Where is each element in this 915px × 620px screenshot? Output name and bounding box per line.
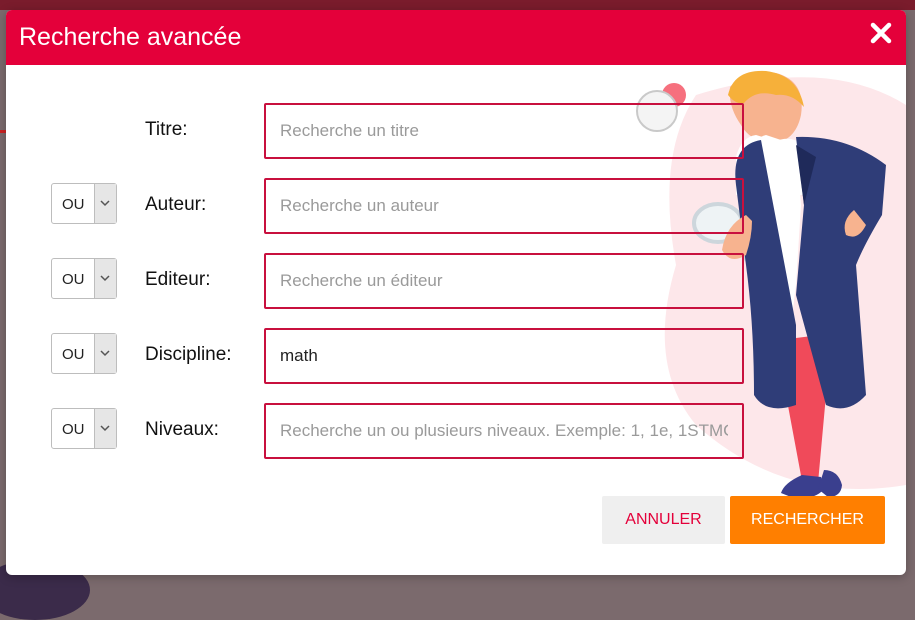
field-label-auteur: Auteur:	[145, 194, 207, 215]
dialog-title: Recherche avancée	[19, 23, 242, 51]
operator-value: OU	[62, 346, 85, 363]
operator-value: OU	[62, 196, 85, 213]
operator-select-niveaux[interactable]: OU	[51, 408, 117, 449]
chevron-down-icon[interactable]	[94, 259, 116, 298]
field-label-editeur: Editeur:	[145, 269, 211, 290]
chevron-down-icon[interactable]	[94, 184, 116, 223]
close-icon[interactable]	[870, 22, 892, 44]
field-row-editeur: OU Editeur:	[6, 253, 906, 309]
field-row-auteur: OU Auteur:	[6, 178, 906, 234]
chevron-down-icon[interactable]	[94, 409, 116, 448]
editeur-input[interactable]	[264, 253, 744, 309]
field-row-titre: Titre:	[6, 103, 906, 159]
search-button[interactable]: RECHERCHER	[730, 496, 885, 544]
chevron-down-icon[interactable]	[94, 334, 116, 373]
operator-value: OU	[62, 421, 85, 438]
page-backdrop-header	[0, 0, 915, 10]
field-row-niveaux: OU Niveaux:	[6, 403, 906, 459]
cancel-button[interactable]: ANNULER	[602, 496, 725, 544]
operator-select-discipline[interactable]: OU	[51, 333, 117, 374]
operator-select-auteur[interactable]: OU	[51, 183, 117, 224]
field-label-discipline: Discipline:	[145, 344, 232, 365]
operator-select-editeur[interactable]: OU	[51, 258, 117, 299]
operator-value: OU	[62, 271, 85, 288]
niveaux-input[interactable]	[264, 403, 744, 459]
dialog-header: Recherche avancée	[6, 10, 906, 65]
field-label-niveaux: Niveaux:	[145, 419, 219, 440]
advanced-search-dialog: Recherche avancée Titre: OU	[6, 10, 906, 575]
discipline-input[interactable]	[264, 328, 744, 384]
titre-input[interactable]	[264, 103, 744, 159]
field-row-discipline: OU Discipline:	[6, 328, 906, 384]
field-label-titre: Titre:	[145, 119, 188, 140]
auteur-input[interactable]	[264, 178, 744, 234]
